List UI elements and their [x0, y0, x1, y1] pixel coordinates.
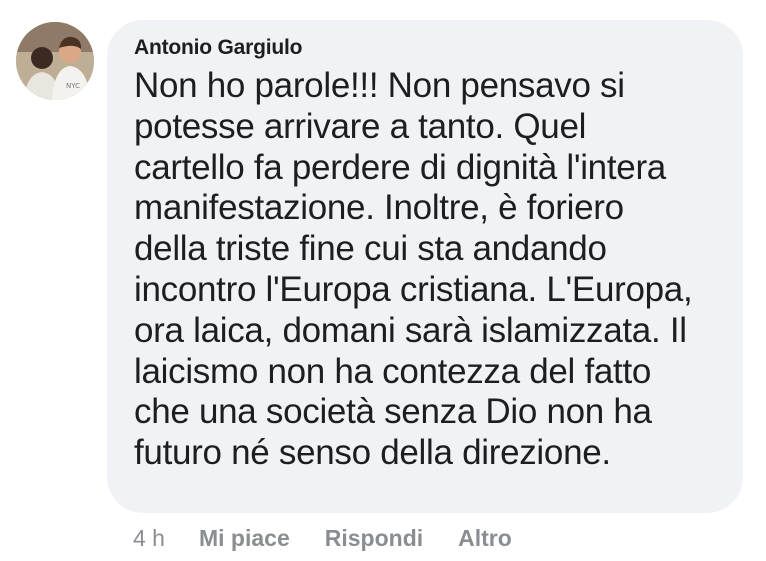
comment-bubble: Antonio Gargiulo Non ho parole!!! Non pe… [107, 20, 743, 513]
comment-line: ora laica, domani sarà islamizzata. Il [134, 310, 687, 350]
profile-photo: NYC [16, 22, 94, 100]
avatar[interactable]: NYC [16, 22, 94, 100]
author-name[interactable]: Antonio Gargiulo [134, 34, 723, 62]
comment-line: che una società senza Dio non ha [134, 392, 652, 432]
comment: NYC Antonio Gargiulo Non ho parole!!! No… [0, 0, 766, 561]
comment-text: Non ho parole!!! Non pensavo si potesse … [134, 66, 723, 474]
comment-line: potesse arrivare a tanto. Quel [134, 106, 587, 146]
reply-button[interactable]: Rispondi [325, 523, 423, 553]
comment-line: Non ho parole!!! Non pensavo si [134, 66, 625, 105]
comment-line: incontro l'Europa cristiana. L'Europa, [134, 269, 693, 309]
comment-line: della triste fine cui sta andando [134, 229, 607, 269]
comment-line: futuro né senso della direzione. [134, 433, 611, 473]
comment-actions: 4 h Mi piace Rispondi Altro [133, 523, 547, 553]
like-button[interactable]: Mi piace [199, 523, 290, 553]
timestamp[interactable]: 4 h [133, 523, 165, 553]
svg-text:NYC: NYC [66, 82, 80, 90]
more-button[interactable]: Altro [458, 523, 512, 553]
comment-line: laicismo non ha contezza del fatto [134, 351, 652, 391]
comment-line: manifestazione. Inoltre, è foriero [134, 188, 624, 228]
comment-line: cartello fa perdere di dignità l'intera [134, 147, 666, 187]
